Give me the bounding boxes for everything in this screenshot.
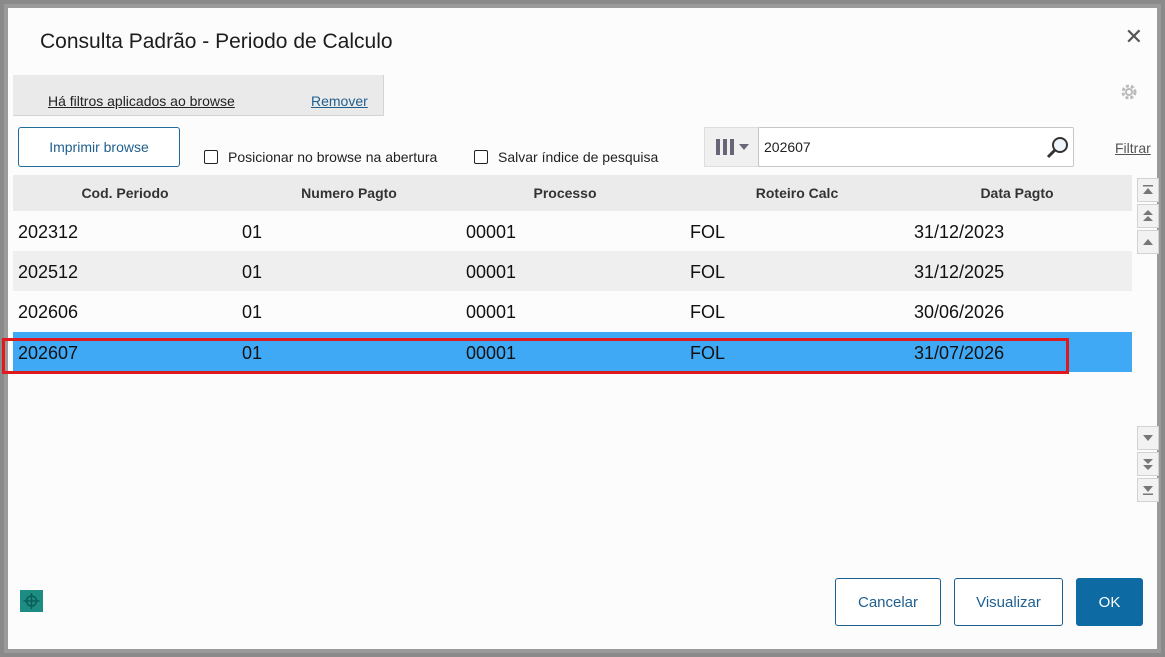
move-icon[interactable] (20, 590, 43, 612)
table-cell: FOL (690, 222, 726, 242)
table-cell: 31/12/2023 (914, 222, 1005, 242)
table-row-selected[interactable]: 202607 01 00001 FOL 31/07/2026 (13, 332, 1132, 372)
column-header[interactable]: Cod. Periodo (81, 185, 168, 201)
scroll-down-button[interactable] (1137, 426, 1159, 450)
chevron-up-icon (1143, 239, 1153, 245)
table-cell: 00001 (466, 222, 517, 242)
table-cell: FOL (690, 302, 726, 322)
table-cell: 31/07/2026 (914, 343, 1005, 363)
cancel-button[interactable]: Cancelar (835, 578, 941, 626)
chevron-down-icon (1143, 435, 1153, 441)
table-row[interactable]: 202512 01 00001 FOL 31/12/2025 (13, 251, 1132, 291)
scroll-top-icon (1143, 185, 1153, 194)
column-header[interactable]: Numero Pagto (301, 185, 397, 201)
scroll-bottom-icon (1143, 486, 1153, 495)
table-cell: 202312 (18, 222, 79, 242)
column-header[interactable]: Data Pagto (980, 185, 1053, 201)
column-selector-dropdown[interactable] (704, 127, 760, 167)
table-cell: 01 (242, 262, 263, 282)
dialog-body: Consulta Padrão - Periodo de Calculo ✕ H… (2, 8, 1159, 649)
scroll-top-button[interactable] (1137, 178, 1159, 202)
search-input[interactable] (758, 127, 1074, 167)
scroll-bottom-button[interactable] (1137, 478, 1159, 502)
table-cell: 01 (242, 343, 263, 363)
table-cell: 01 (242, 222, 263, 242)
table-cell: FOL (690, 262, 726, 282)
print-browse-button[interactable]: Imprimir browse (18, 127, 180, 167)
table-cell: 202512 (18, 262, 79, 282)
scroll-page-down-button[interactable] (1137, 452, 1159, 476)
search-icon[interactable] (1046, 136, 1070, 160)
ok-button[interactable]: OK (1076, 578, 1143, 626)
table-row[interactable]: 202606 01 00001 FOL 30/06/2026 (13, 291, 1132, 331)
scroll-page-up-button[interactable] (1137, 204, 1159, 228)
filter-applied-text: Há filtros aplicados ao browse (48, 93, 235, 109)
scroll-up-button[interactable] (1137, 230, 1159, 254)
column-header[interactable]: Processo (533, 185, 596, 201)
double-up-icon (1143, 210, 1153, 221)
checkbox-box[interactable] (474, 150, 488, 164)
filter-link[interactable]: Filtrar (1115, 140, 1151, 156)
table-cell: 00001 (466, 262, 517, 282)
double-down-icon (1143, 459, 1153, 470)
table-cell: 202607 (18, 343, 79, 363)
table-cell: 202606 (18, 302, 79, 322)
table-cell: 00001 (466, 343, 517, 363)
filter-bar: Há filtros aplicados ao browse Remover (13, 75, 384, 116)
table-cell: FOL (690, 343, 726, 363)
view-button[interactable]: Visualizar (954, 578, 1063, 626)
table-cell: 31/12/2025 (914, 262, 1005, 282)
remove-filter-link[interactable]: Remover (311, 93, 368, 109)
table-cell: 01 (242, 302, 263, 322)
columns-icon (716, 139, 749, 155)
position-browse-checkbox[interactable]: Posicionar no browse na abertura (204, 149, 437, 165)
table-cell: 30/06/2026 (914, 302, 1005, 322)
dialog-title: Consulta Padrão - Periodo de Calculo (40, 30, 393, 53)
checkbox-box[interactable] (204, 150, 218, 164)
dialog-window: Consulta Padrão - Periodo de Calculo ✕ H… (2, 4, 1161, 653)
table-cell: 00001 (466, 302, 517, 322)
save-index-checkbox[interactable]: Salvar índice de pesquisa (474, 149, 658, 165)
close-icon[interactable]: ✕ (1125, 26, 1143, 48)
table-row[interactable]: 202312 01 00001 FOL 31/12/2023 (13, 211, 1132, 251)
gear-icon[interactable] (1119, 82, 1139, 102)
position-browse-label: Posicionar no browse na abertura (228, 149, 438, 165)
table-header: Cod. Periodo Numero Pagto Processo Rotei… (13, 175, 1132, 211)
column-header[interactable]: Roteiro Calc (756, 185, 838, 201)
save-index-label: Salvar índice de pesquisa (498, 149, 659, 165)
